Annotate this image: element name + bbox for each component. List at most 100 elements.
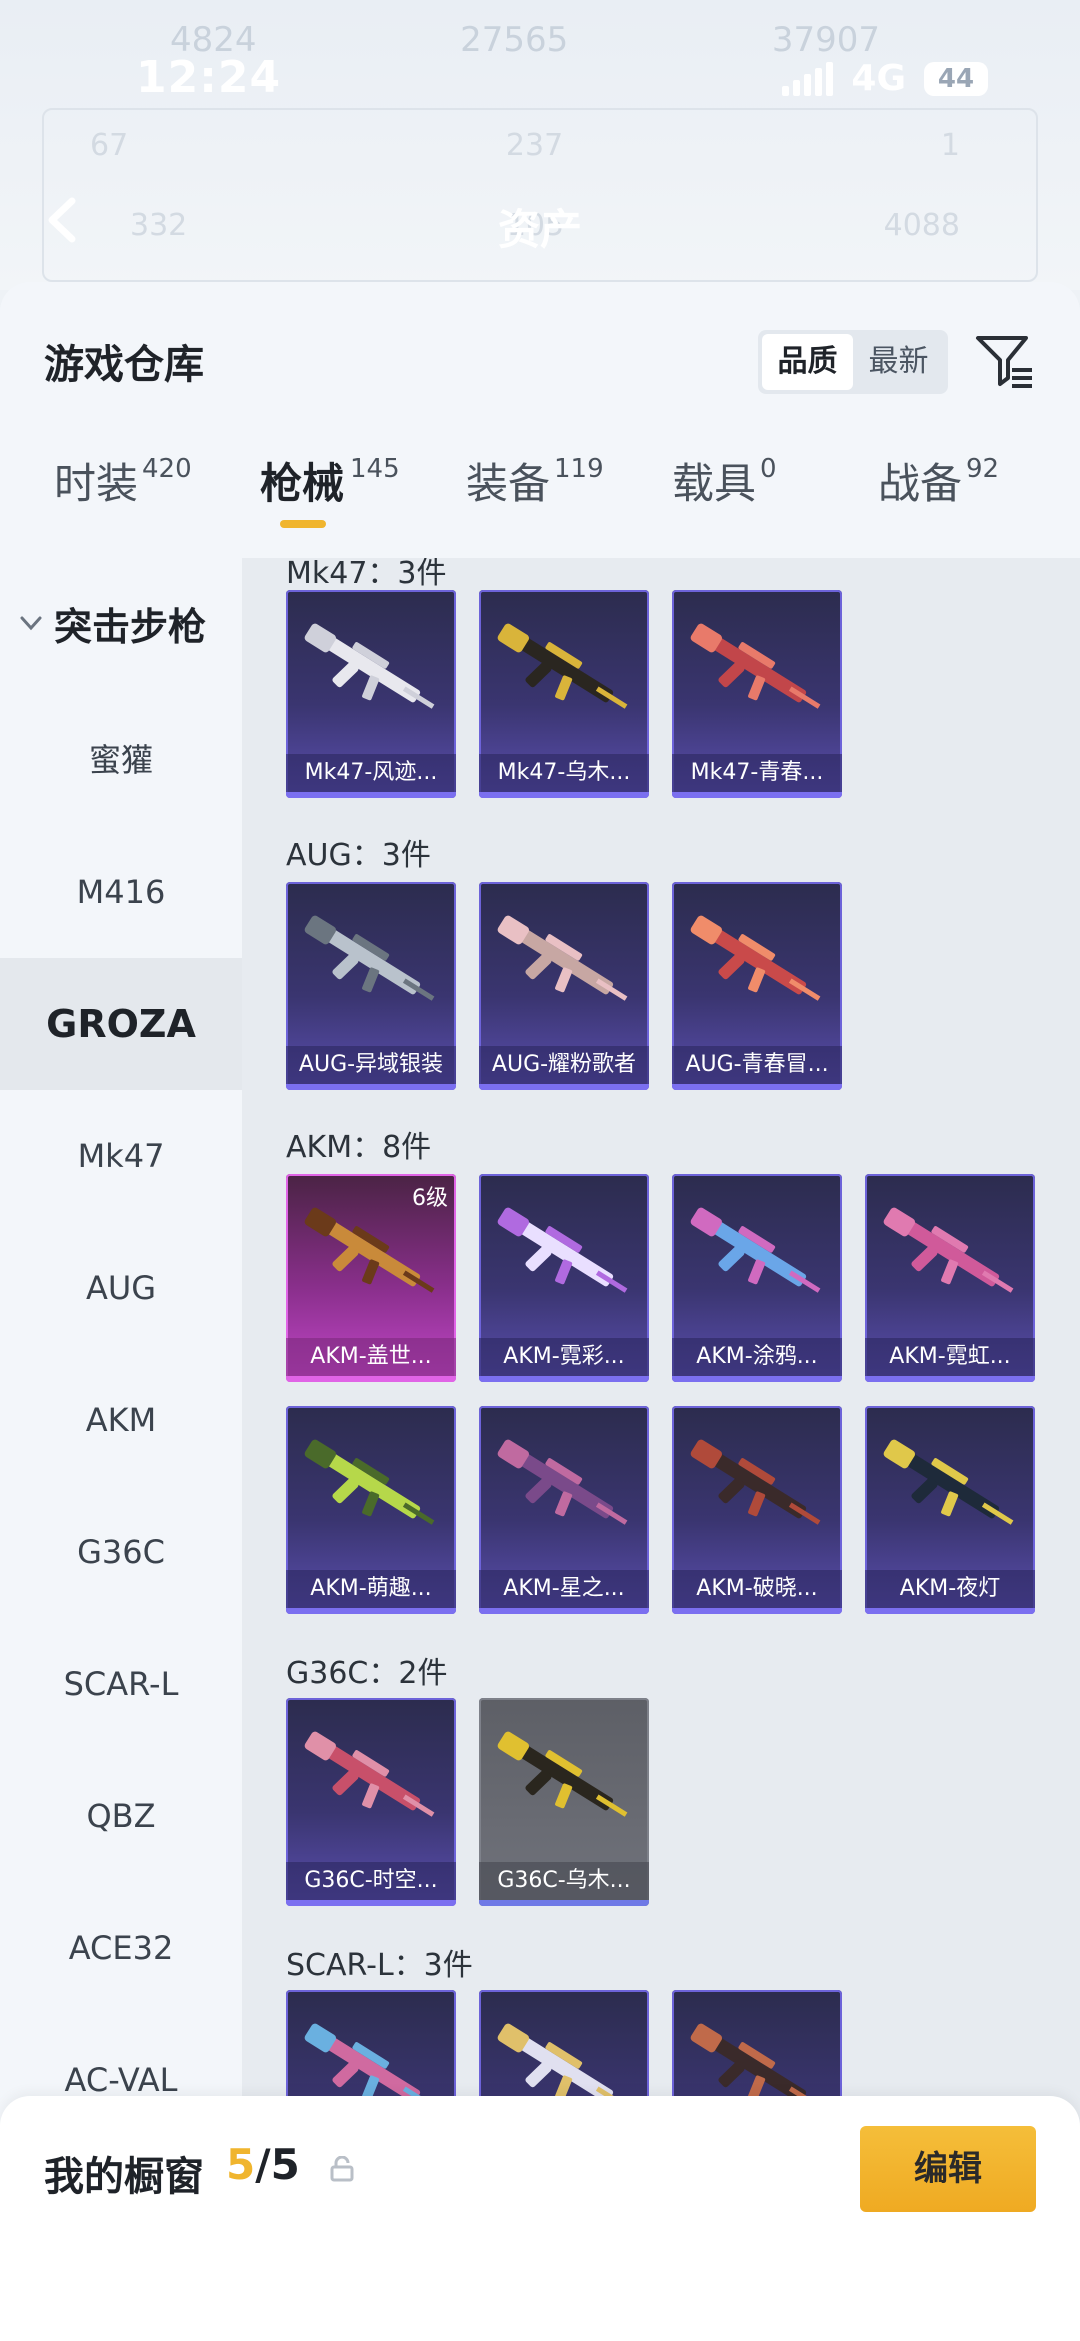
- weapon-type-sidebar: 突击步枪 蜜獾 M416 GROZA Mk47 AUG AKM G36C SCAR-L QBZ A…: [0, 558, 242, 2341]
- tab-label: 战备: [878, 459, 963, 508]
- rarity-stripe: [865, 1608, 1035, 1614]
- weapon-image: [690, 1439, 821, 1525]
- weapon-card[interactable]: G36C-乌木...: [479, 1698, 649, 1906]
- weapon-card[interactable]: Mk47-乌木...: [479, 590, 649, 798]
- showcase-bar: 我的橱窗 5/5 编辑: [0, 2096, 1080, 2341]
- sidebar-item-aug[interactable]: AUG: [0, 1222, 242, 1354]
- weapon-card[interactable]: AKM-星之...: [479, 1406, 649, 1614]
- tab-fashion[interactable]: 时装 420: [0, 422, 206, 532]
- rarity-stripe: [479, 1376, 649, 1382]
- sidebar-category-label: 突击步枪: [54, 604, 207, 649]
- sidebar-item-g36c[interactable]: G36C: [0, 1486, 242, 1618]
- sidebar-item-groza[interactable]: GROZA: [0, 958, 242, 1090]
- ghost-stats-mid: 67 237 1: [90, 128, 960, 163]
- weapon-card[interactable]: AKM-夜灯: [865, 1406, 1035, 1614]
- sidebar-category-assault-rifle[interactable]: 突击步枪: [0, 558, 242, 688]
- section-title: AUG：3件: [286, 838, 431, 873]
- showcase-count-total: /5: [255, 2140, 300, 2189]
- weapon-image: [304, 915, 435, 1001]
- ghost-stat: 67: [90, 128, 129, 163]
- tab-count: 92: [966, 454, 1000, 484]
- weapon-name: AKM-萌趣...: [286, 1570, 456, 1608]
- showcase-count-current: 5: [226, 2140, 256, 2189]
- weapon-card[interactable]: G36C-时空...: [286, 1698, 456, 1906]
- tab-supplies[interactable]: 战备 92: [824, 422, 1030, 532]
- sidebar-item-m416[interactable]: M416: [0, 826, 242, 958]
- weapon-card[interactable]: AUG-耀粉歌者: [479, 882, 649, 1090]
- rarity-stripe: [672, 1376, 842, 1382]
- tab-count: 145: [350, 454, 400, 484]
- weapon-image: [497, 623, 628, 709]
- weapon-card[interactable]: AKM-霓彩...: [479, 1174, 649, 1382]
- lock-icon: [330, 2156, 354, 2182]
- tab-active-indicator: [280, 520, 326, 528]
- weapon-image: [497, 1207, 628, 1293]
- sidebar-item-scar-l[interactable]: SCAR-L: [0, 1618, 242, 1750]
- section-title: G36C：2件: [286, 1656, 448, 1691]
- tab-label: 载具: [672, 459, 757, 508]
- status-icons: 4G 44: [782, 58, 988, 99]
- weapon-name: AKM-盖世...: [286, 1338, 456, 1376]
- tab-vehicles[interactable]: 载具 0: [618, 422, 824, 532]
- weapon-card[interactable]: 6级 AKM-盖世...: [286, 1174, 456, 1382]
- sidebar-item-akm[interactable]: AKM: [0, 1354, 242, 1486]
- weapon-card[interactable]: Mk47-青春...: [672, 590, 842, 798]
- weapon-card[interactable]: AKM-霓虹...: [865, 1174, 1035, 1382]
- tab-count: 420: [142, 454, 192, 484]
- rarity-stripe: [479, 1900, 649, 1906]
- chevron-down-icon: [20, 616, 42, 631]
- rarity-stripe: [479, 1084, 649, 1090]
- tab-label: 时装: [54, 459, 139, 508]
- battery-icon: 44: [924, 61, 988, 96]
- weapon-image: [304, 623, 435, 709]
- weapon-image: [304, 1731, 435, 1817]
- tab-count: 0: [760, 454, 777, 484]
- ghost-stat: 27565: [460, 20, 569, 60]
- weapon-name: AKM-夜灯: [865, 1570, 1035, 1608]
- weapon-card[interactable]: AUG-异域银装: [286, 882, 456, 1090]
- weapon-card[interactable]: AUG-青春冒...: [672, 882, 842, 1090]
- tab-equipment[interactable]: 装备 119: [412, 422, 618, 532]
- weapon-name: Mk47-青春...: [672, 754, 842, 792]
- sidebar-item-mk47[interactable]: Mk47: [0, 1090, 242, 1222]
- ghost-stat: 1: [940, 128, 960, 163]
- tab-label: 装备: [466, 459, 551, 508]
- sort-option-quality[interactable]: 品质: [762, 334, 853, 390]
- weapon-name: G36C-时空...: [286, 1862, 456, 1900]
- weapon-name: Mk47-乌木...: [479, 754, 649, 792]
- section-title: AKM：8件: [286, 1130, 432, 1165]
- weapon-name: AKM-霓虹...: [865, 1338, 1035, 1376]
- section-title: SCAR-L：3件: [286, 1948, 473, 1983]
- weapon-image: [304, 1439, 435, 1525]
- weapon-card[interactable]: Mk47-风迹...: [286, 590, 456, 798]
- section-title: Mk47：3件: [286, 558, 447, 591]
- weapon-grid: Mk47：3件 Mk47-风迹... Mk47-乌木... Mk47-青春... AUG…: [242, 558, 1080, 2341]
- rarity-stripe: [479, 1608, 649, 1614]
- weapon-name: AKM-涂鸦...: [672, 1338, 842, 1376]
- weapon-card[interactable]: AKM-萌趣...: [286, 1406, 456, 1614]
- tab-firearms[interactable]: 枪械 145: [206, 422, 412, 532]
- sidebar-item-qbz[interactable]: QBZ: [0, 1750, 242, 1882]
- sidebar-item-ace32[interactable]: ACE32: [0, 1882, 242, 2014]
- tab-label: 枪械: [260, 459, 345, 508]
- network-label: 4G: [851, 58, 906, 99]
- weapon-image: [690, 915, 821, 1001]
- weapon-image: [883, 1439, 1014, 1525]
- weapon-name: AKM-霓彩...: [479, 1338, 649, 1376]
- filter-icon[interactable]: [972, 328, 1036, 392]
- status-time: 12:24: [136, 52, 282, 103]
- background-header: 4824 27565 37907 67 237 1 332 105 4088 资…: [0, 0, 1080, 290]
- rarity-stripe: [286, 792, 456, 798]
- rarity-stripe: [286, 1376, 456, 1382]
- tab-count: 119: [554, 454, 604, 484]
- weapon-card[interactable]: AKM-涂鸦...: [672, 1174, 842, 1382]
- edit-button[interactable]: 编辑: [860, 2126, 1036, 2212]
- weapon-name: AUG-耀粉歌者: [479, 1046, 649, 1084]
- ghost-stat: 237: [505, 128, 564, 163]
- weapon-card[interactable]: AKM-破晓...: [672, 1406, 842, 1614]
- warehouse-sheet: 游戏仓库 品质 最新 时装 420 枪械 145 装备 119 载具 0 战备 …: [0, 282, 1080, 2341]
- sidebar-item--[interactable]: 蜜獾: [0, 694, 242, 826]
- showcase-count: 5/5: [226, 2140, 300, 2189]
- sort-option-latest[interactable]: 最新: [853, 334, 944, 390]
- ghost-stat: 37907: [771, 20, 880, 60]
